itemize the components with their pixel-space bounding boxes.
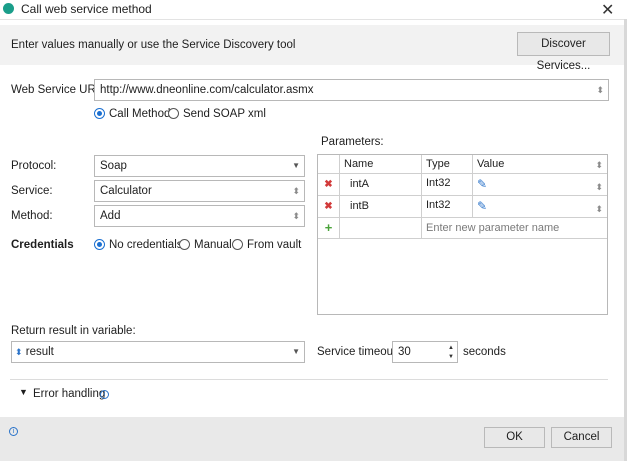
stepper-down-icon[interactable]: ▼ <box>448 354 454 360</box>
timeout-stepper[interactable]: 30 ▲ ▼ <box>392 341 458 363</box>
close-icon[interactable]: ✕ <box>601 0 614 20</box>
url-input[interactable]: http://www.dneonline.com/calculator.asmx… <box>94 79 609 101</box>
param-value-cell[interactable]: ✎ ⬍ <box>473 174 607 196</box>
chevron-down-icon[interactable]: ▼ <box>19 387 28 397</box>
radio-selected-icon <box>94 239 105 250</box>
url-label: Web Service URL: <box>11 84 106 96</box>
pencil-icon[interactable]: ✎ <box>477 199 487 213</box>
delete-row-icon[interactable]: ✖ <box>318 196 340 218</box>
column-header-value[interactable]: Value ⬍ <box>473 155 607 174</box>
discover-services-button[interactable]: Discover Services... <box>517 32 610 72</box>
protocol-value: Soap <box>100 160 127 172</box>
new-param-name-cell[interactable] <box>340 218 422 239</box>
manual-radio[interactable]: Manual <box>179 239 232 251</box>
protocol-select[interactable]: Soap ▼ <box>94 155 305 177</box>
no-credentials-label: No credentials <box>109 239 183 251</box>
pencil-icon[interactable]: ✎ <box>477 177 487 191</box>
parameters-label: Parameters: <box>321 136 384 148</box>
new-param-input[interactable]: Enter new parameter name <box>422 218 607 239</box>
add-row-icon[interactable]: + <box>318 218 340 239</box>
method-value: Add <box>100 210 121 222</box>
send-soap-label: Send SOAP xml <box>183 108 266 120</box>
stepper-up-icon[interactable]: ▲ <box>448 345 454 351</box>
radio-unselected-icon <box>179 239 190 250</box>
column-header-value-label: Value <box>477 158 505 170</box>
param-name-cell[interactable]: intB <box>340 196 422 218</box>
service-input[interactable]: Calculator ⬍ <box>94 180 305 202</box>
cancel-button[interactable]: Cancel <box>551 427 612 448</box>
pin-icon[interactable]: ⬍ <box>292 206 300 226</box>
chevron-down-icon: ▼ <box>292 347 300 356</box>
pin-icon: ⬍ <box>595 204 603 214</box>
radio-selected-icon <box>94 108 105 119</box>
url-value: http://www.dneonline.com/calculator.asmx <box>100 84 314 96</box>
column-header-type[interactable]: Type <box>422 155 473 174</box>
call-method-label: Call Method <box>109 108 171 120</box>
column-header-name[interactable]: Name <box>340 155 422 174</box>
protocol-label: Protocol: <box>11 160 57 172</box>
from-vault-radio[interactable]: From vault <box>232 239 301 251</box>
param-type-cell[interactable]: Int32 <box>422 196 473 218</box>
service-value: Calculator <box>100 185 152 197</box>
ok-button[interactable]: OK <box>484 427 545 448</box>
delete-row-icon[interactable]: ✖ <box>318 174 340 196</box>
pin-icon[interactable]: ⬍ <box>596 80 604 100</box>
divider <box>10 379 608 380</box>
banner-text: Enter values manually or use the Service… <box>11 39 296 51</box>
param-value-cell[interactable]: ✎ ⬍ <box>473 196 607 218</box>
no-credentials-radio[interactable]: No credentials <box>94 239 183 251</box>
pin-icon: ⬍ <box>595 182 603 192</box>
info-icon[interactable]: i <box>100 390 109 399</box>
return-variable-value: result <box>25 346 54 358</box>
pin-icon[interactable]: ⬍ <box>292 181 300 201</box>
radio-unselected-icon <box>168 108 179 119</box>
grid-corner <box>318 155 340 174</box>
pin-icon: ⬍ <box>15 347 23 357</box>
return-variable-select[interactable]: ⬍ result ▼ <box>11 341 305 363</box>
timeout-unit: seconds <box>463 346 506 358</box>
error-handling-toggle[interactable]: Error handling <box>33 388 105 400</box>
chevron-down-icon: ▼ <box>292 161 300 170</box>
param-name-cell[interactable]: intA <box>340 174 422 196</box>
parameters-grid[interactable]: Name Type Value ⬍ ✖ intA Int32 ✎ ⬍ ✖ int… <box>317 154 608 315</box>
timeout-value: 30 <box>398 346 411 358</box>
timeout-label: Service timeout: <box>317 346 400 358</box>
manual-label: Manual <box>194 239 232 251</box>
method-input[interactable]: Add ⬍ <box>94 205 305 227</box>
method-label: Method: <box>11 210 53 222</box>
window-title: Call web service method <box>21 2 152 16</box>
pin-icon: ⬍ <box>595 160 603 170</box>
app-logo-icon <box>3 3 14 14</box>
call-method-radio[interactable]: Call Method <box>94 108 170 120</box>
from-vault-label: From vault <box>247 239 302 251</box>
info-icon[interactable]: i <box>9 427 18 436</box>
return-label: Return result in variable: <box>11 325 136 337</box>
service-label: Service: <box>11 185 53 197</box>
param-type-cell[interactable]: Int32 <box>422 174 473 196</box>
radio-unselected-icon <box>232 239 243 250</box>
send-soap-radio[interactable]: Send SOAP xml <box>168 108 266 120</box>
credentials-label: Credentials <box>11 239 74 251</box>
